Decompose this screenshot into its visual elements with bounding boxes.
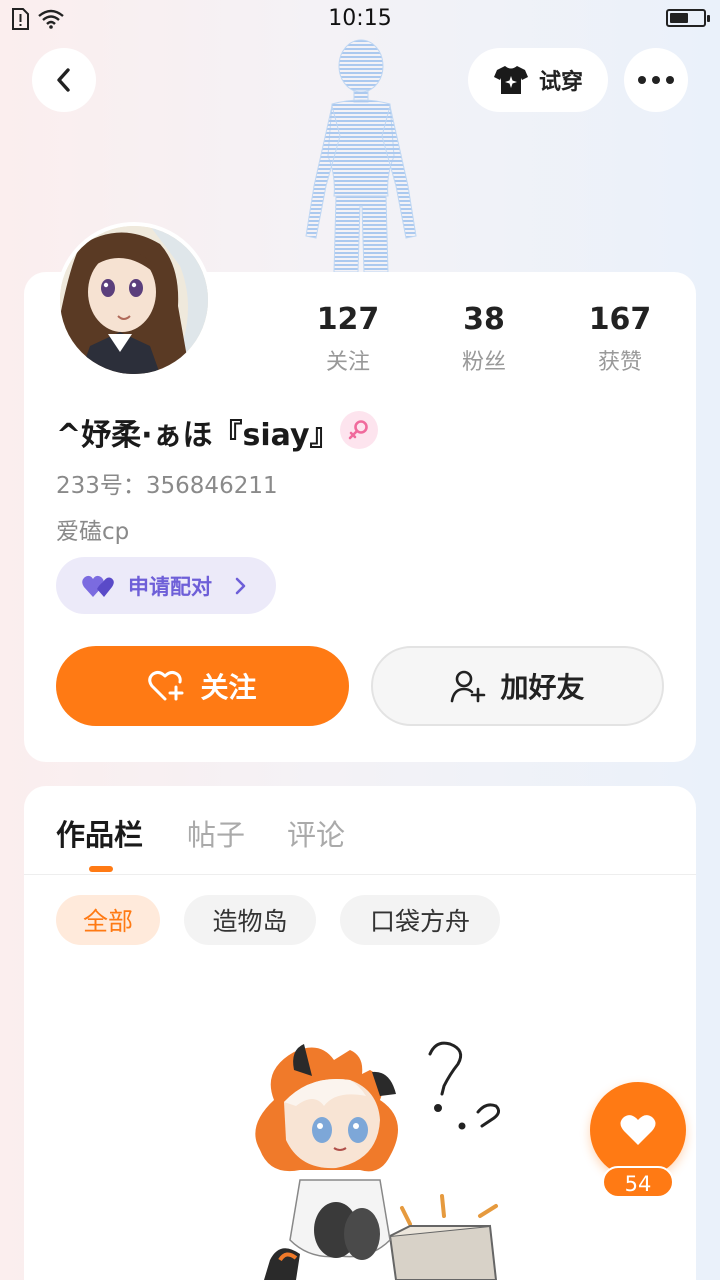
heart-plus-icon — [148, 670, 184, 701]
stat-following-label: 关注 — [325, 350, 370, 375]
add-friend-button[interactable]: 加好友 — [371, 646, 664, 726]
tab-posts[interactable]: 帖子 — [187, 812, 245, 854]
add-user-icon — [451, 670, 486, 703]
stat-likes[interactable]: 167 获赞 — [560, 300, 680, 376]
stat-followers-label: 粉丝 — [461, 350, 506, 375]
like-float-button[interactable] — [590, 1082, 686, 1178]
tshirt-icon — [493, 66, 528, 94]
stat-following-count: 127 — [316, 302, 380, 337]
request-pair-label: 申请配对 — [128, 574, 212, 599]
filter-pocket-ark[interactable]: 口袋方舟 — [340, 895, 500, 945]
more-button[interactable] — [624, 48, 688, 112]
back-button[interactable] — [32, 48, 96, 112]
chevron-left-icon — [57, 68, 70, 92]
battery-level — [670, 13, 688, 23]
filter-all[interactable]: 全部 — [56, 895, 160, 945]
stat-likes-count: 167 — [588, 302, 652, 337]
user-id: 233号：356846211 — [56, 473, 278, 499]
stat-followers-count: 38 — [463, 302, 505, 337]
avatar[interactable] — [56, 222, 212, 378]
like-count: 54 — [602, 1166, 674, 1198]
tryon-button[interactable]: 试穿 — [468, 48, 608, 112]
empty-state-illustration — [255, 1041, 501, 1280]
stat-following[interactable]: 127 关注 — [288, 300, 408, 376]
tryon-label: 试穿 — [538, 70, 583, 95]
follow-label: 关注 — [200, 671, 257, 704]
status-time: 10:15 — [328, 6, 392, 31]
female-icon — [348, 420, 368, 440]
add-friend-label: 加好友 — [500, 671, 585, 704]
bio: 爱磕cp — [56, 519, 130, 545]
tab-works[interactable]: 作品栏 — [56, 812, 143, 854]
tab-indicator — [89, 866, 113, 872]
heart-icon — [620, 1115, 656, 1145]
tab-divider — [24, 874, 696, 875]
follow-button[interactable]: 关注 — [56, 646, 349, 726]
gender-badge — [340, 411, 378, 449]
stat-followers[interactable]: 38 粉丝 — [424, 300, 544, 376]
chevron-right-icon — [235, 577, 246, 594]
avatar-figure-illustration — [305, 39, 417, 272]
more-dots-icon — [638, 76, 674, 84]
nickname: ^妤柔·ぁほ『siay』 — [56, 418, 340, 453]
filter-creation-island[interactable]: 造物岛 — [184, 895, 316, 945]
avatar-image — [60, 226, 208, 374]
tab-comments[interactable]: 评论 — [287, 812, 345, 854]
stat-likes-label: 获赞 — [597, 350, 642, 375]
double-heart-icon — [82, 575, 114, 597]
request-pair-button[interactable]: 申请配对 — [56, 557, 276, 614]
battery-icon — [666, 9, 710, 27]
status-bar: 10:15 — [0, 0, 720, 40]
